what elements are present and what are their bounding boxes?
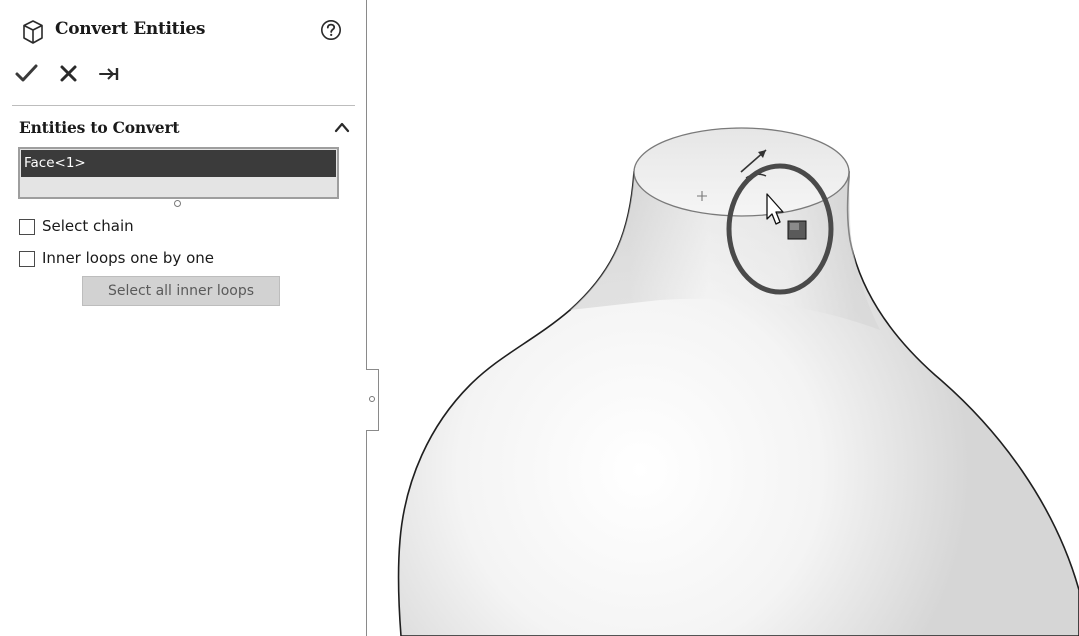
panel-title: Convert Entities	[55, 19, 206, 39]
select-all-inner-loops-button[interactable]: Select all inner loops	[82, 276, 280, 306]
list-item[interactable]: Face<1>	[21, 150, 336, 177]
cube-icon	[23, 20, 43, 44]
group-title: Entities to Convert	[19, 118, 180, 137]
help-circle-icon[interactable]	[320, 19, 342, 41]
entities-listbox[interactable]: Face<1>	[18, 147, 339, 199]
property-manager-panel: Convert Entities Entities to Convert Fac…	[0, 0, 366, 636]
inner-loops-label: Inner loops one by one	[42, 249, 214, 267]
select-chain-label: Select chain	[42, 217, 134, 235]
vase-model[interactable]	[367, 0, 1079, 636]
checkmark-icon[interactable]	[14, 60, 40, 88]
select-chain-checkbox[interactable]	[19, 219, 35, 235]
graphics-viewport[interactable]	[367, 0, 1079, 636]
listbox-resize-handle[interactable]	[174, 200, 181, 207]
chevron-up-icon[interactable]	[333, 120, 351, 134]
pushpin-icon[interactable]	[96, 60, 122, 88]
close-icon[interactable]	[56, 60, 82, 88]
inner-loops-checkbox[interactable]	[19, 251, 35, 267]
section-divider	[12, 105, 355, 106]
